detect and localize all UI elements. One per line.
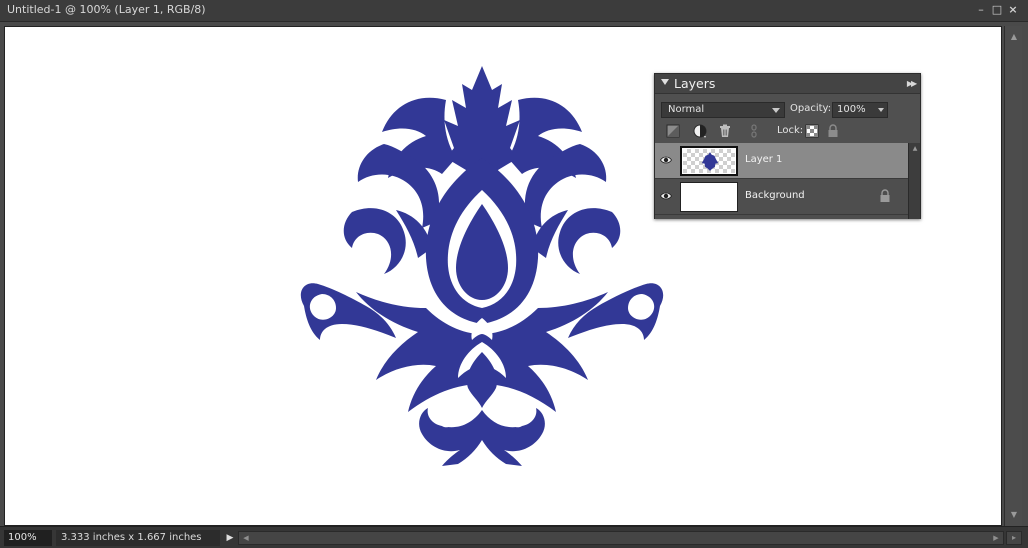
layer-name: Background <box>745 190 805 201</box>
scroll-up-icon[interactable]: ▲ <box>1009 32 1019 42</box>
trash-icon[interactable] <box>718 124 732 138</box>
opacity-field[interactable]: 100% <box>832 102 888 118</box>
chevron-down-icon[interactable] <box>878 108 884 112</box>
document-info: 3.333 inches x 1.667 inches (300 ppi) <box>56 530 220 546</box>
layer-row-background[interactable]: Background <box>655 179 908 215</box>
blend-mode-select[interactable]: Normal <box>661 102 785 118</box>
blend-mode-value: Normal <box>668 104 705 115</box>
document-title-bar: Untitled-1 @ 100% (Layer 1, RGB/8) – □ × <box>0 0 1028 22</box>
horizontal-scrollbar[interactable]: ◀ ▶ <box>238 531 1004 545</box>
collapse-triangle-icon[interactable] <box>661 79 669 85</box>
layers-panel: Layers ▶▶ Normal Opacity: 100% Lock: Lay… <box>654 73 921 219</box>
opacity-label: Opacity: <box>790 103 832 114</box>
document-title: Untitled-1 @ 100% (Layer 1, RGB/8) <box>7 3 206 16</box>
scroll-right-icon[interactable]: ▶ <box>990 532 1002 544</box>
new-layer-icon[interactable] <box>666 124 680 138</box>
lock-transparent-icon[interactable] <box>805 124 819 138</box>
minimize-button[interactable]: – <box>974 3 988 17</box>
opacity-value: 100% <box>837 104 866 115</box>
panel-menu-icon[interactable]: ▶▶ <box>905 78 917 90</box>
eye-icon[interactable] <box>660 191 672 201</box>
damask-ornament-icon[interactable] <box>296 62 668 470</box>
vertical-scrollbar[interactable]: ▲ ▼ <box>1004 26 1022 526</box>
status-menu-arrow[interactable]: ▶ <box>224 531 236 545</box>
layer-name: Layer 1 <box>745 154 783 165</box>
eye-icon[interactable] <box>660 155 672 165</box>
scroll-up-icon[interactable]: ▲ <box>911 145 919 153</box>
layer-thumbnail[interactable] <box>680 182 738 212</box>
status-bar: 100% 3.333 inches x 1.667 inches (300 pp… <box>0 526 1028 548</box>
layer-list: Layer 1 Background <box>655 143 908 219</box>
lock-all-icon[interactable] <box>826 124 840 138</box>
maximize-button[interactable]: □ <box>990 3 1004 17</box>
corner-scroll-icon[interactable]: ▸ <box>1006 531 1022 545</box>
scroll-down-icon[interactable]: ▼ <box>1009 510 1019 520</box>
layers-panel-header[interactable]: Layers ▶▶ <box>655 74 920 94</box>
zoom-level-field[interactable]: 100% <box>4 530 52 546</box>
layer-row-layer-1[interactable]: Layer 1 <box>655 143 908 179</box>
layer-thumbnail[interactable] <box>680 146 738 176</box>
lock-label: Lock: <box>777 125 804 136</box>
damask-thumbnail-icon <box>701 152 719 171</box>
link-icon[interactable] <box>747 124 761 138</box>
lock-icon <box>880 189 890 202</box>
panel-title: Layers <box>674 76 716 91</box>
chevron-down-icon <box>772 108 780 113</box>
scroll-left-icon[interactable]: ◀ <box>240 532 252 544</box>
adjustment-layer-icon[interactable] <box>693 124 707 138</box>
layers-scrollbar[interactable]: ▲ <box>908 143 920 219</box>
close-button[interactable]: × <box>1006 3 1020 17</box>
